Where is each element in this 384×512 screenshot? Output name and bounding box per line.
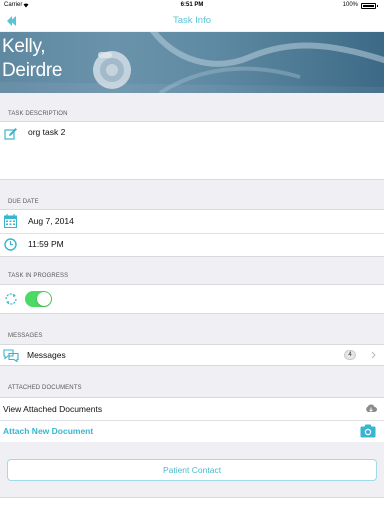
bottom-bar: [0, 497, 384, 512]
sync-icon: [5, 293, 17, 305]
clock-icon: [4, 238, 17, 251]
task-in-progress-header: TASK IN PROGRESS: [8, 273, 69, 279]
toggle-knob: [37, 292, 51, 306]
edit-icon: [4, 128, 17, 140]
attached-documents-cell: View Attached Documents Attach New Docum…: [0, 397, 384, 442]
chevron-right-icon: [371, 351, 376, 359]
patient-last-name: Kelly,: [2, 36, 46, 57]
camera-icon[interactable]: [360, 424, 376, 438]
messages-label: Messages: [27, 350, 66, 360]
patient-contact-button[interactable]: Patient Contact: [7, 459, 377, 481]
messages-header: MESSAGES: [8, 333, 43, 339]
task-description-header: TASK DESCRIPTION: [8, 111, 68, 117]
due-date-cell: Aug 7, 2014 11:59 PM: [0, 209, 384, 257]
attached-documents-header: ATTACHED DOCUMENTS: [8, 385, 82, 391]
view-attached-documents-label: View Attached Documents: [3, 404, 103, 414]
due-date-header: DUE DATE: [8, 199, 39, 205]
cloud-download-icon: [366, 404, 377, 412]
navigation-bar: Task Info: [0, 11, 384, 31]
due-date-row[interactable]: Aug 7, 2014: [0, 210, 384, 233]
battery-icon: [361, 3, 378, 9]
task-description-value: org task 2: [28, 127, 66, 137]
chat-bubbles-icon: [3, 349, 19, 362]
page-title: Task Info: [172, 15, 212, 26]
messages-cell[interactable]: Messages 4: [0, 344, 384, 366]
patient-banner: Kelly, Deirdre: [0, 32, 384, 93]
task-in-progress-cell: [0, 284, 384, 314]
due-date-value: Aug 7, 2014: [28, 216, 74, 226]
status-time: 6:51 PM: [180, 2, 204, 8]
task-description-cell[interactable]: org task 2: [0, 121, 384, 180]
view-attached-documents-row[interactable]: View Attached Documents: [0, 398, 384, 420]
due-time-row[interactable]: 11:59 PM: [0, 234, 384, 256]
attach-new-document-label: Attach New Document: [3, 426, 94, 436]
messages-count-badge: 4: [344, 350, 356, 360]
patient-name: Kelly, Deirdre: [2, 35, 63, 83]
calendar-icon: [4, 214, 17, 228]
patient-first-name: Deirdre: [2, 60, 63, 81]
attach-new-document-row[interactable]: Attach New Document: [0, 421, 384, 442]
battery-percentage: 100%: [342, 2, 358, 8]
status-bar: Carrier 6:51 PM 100%: [0, 0, 384, 11]
task-in-progress-toggle[interactable]: [25, 291, 52, 307]
due-time-value: 11:59 PM: [28, 239, 64, 249]
